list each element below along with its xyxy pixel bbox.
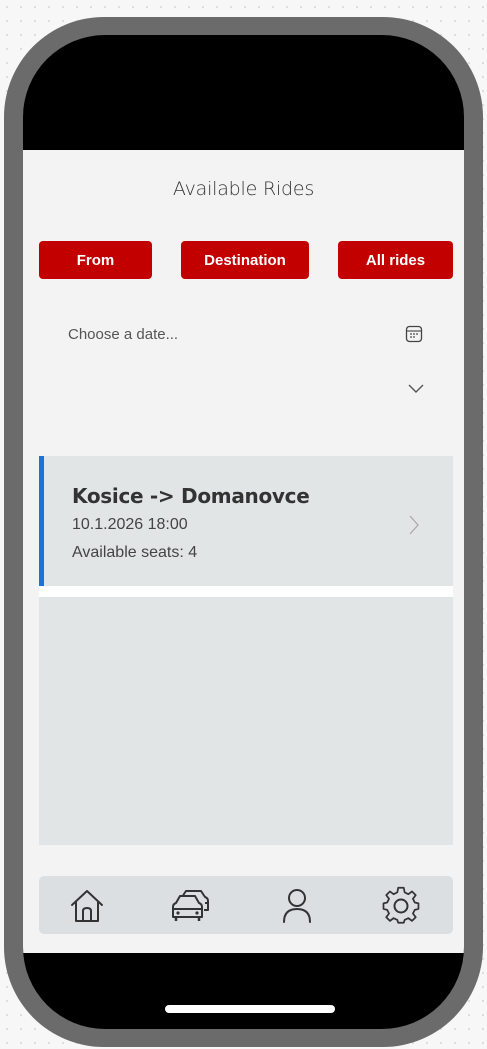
rides-list: Kosice -> Domanovce 10.1.2026 18:00 Avai… (39, 456, 453, 845)
ride-datetime: 10.1.2026 18:00 (72, 516, 188, 533)
home-indicator[interactable] (165, 1005, 335, 1013)
profile-icon[interactable] (276, 885, 318, 927)
home-icon[interactable] (66, 885, 108, 927)
date-picker-input[interactable]: Choose a date... (68, 326, 178, 343)
phone-frame: Available Rides From Destination All rid… (4, 17, 483, 1047)
calendar-icon[interactable] (404, 324, 424, 344)
all-rides-filter-button[interactable]: All rides (338, 241, 453, 279)
page-title: Available Rides (172, 178, 315, 200)
chevron-right-icon (409, 515, 419, 535)
app-content: Available Rides From Destination All rid… (23, 150, 464, 953)
chevron-down-icon[interactable] (407, 382, 425, 394)
ride-card[interactable]: Kosice -> Domanovce 10.1.2026 18:00 Avai… (39, 456, 453, 586)
destination-filter-button[interactable]: Destination (181, 241, 309, 279)
settings-icon[interactable] (380, 885, 422, 927)
bottom-navigation (39, 876, 453, 934)
phone-screen: Available Rides From Destination All rid… (23, 35, 464, 1029)
from-filter-button[interactable]: From (39, 241, 152, 279)
ride-seats: Available seats: 4 (72, 544, 198, 561)
list-separator (39, 586, 453, 597)
cars-icon[interactable] (169, 885, 211, 927)
ride-route: Kosice -> Domanovce (72, 484, 310, 508)
